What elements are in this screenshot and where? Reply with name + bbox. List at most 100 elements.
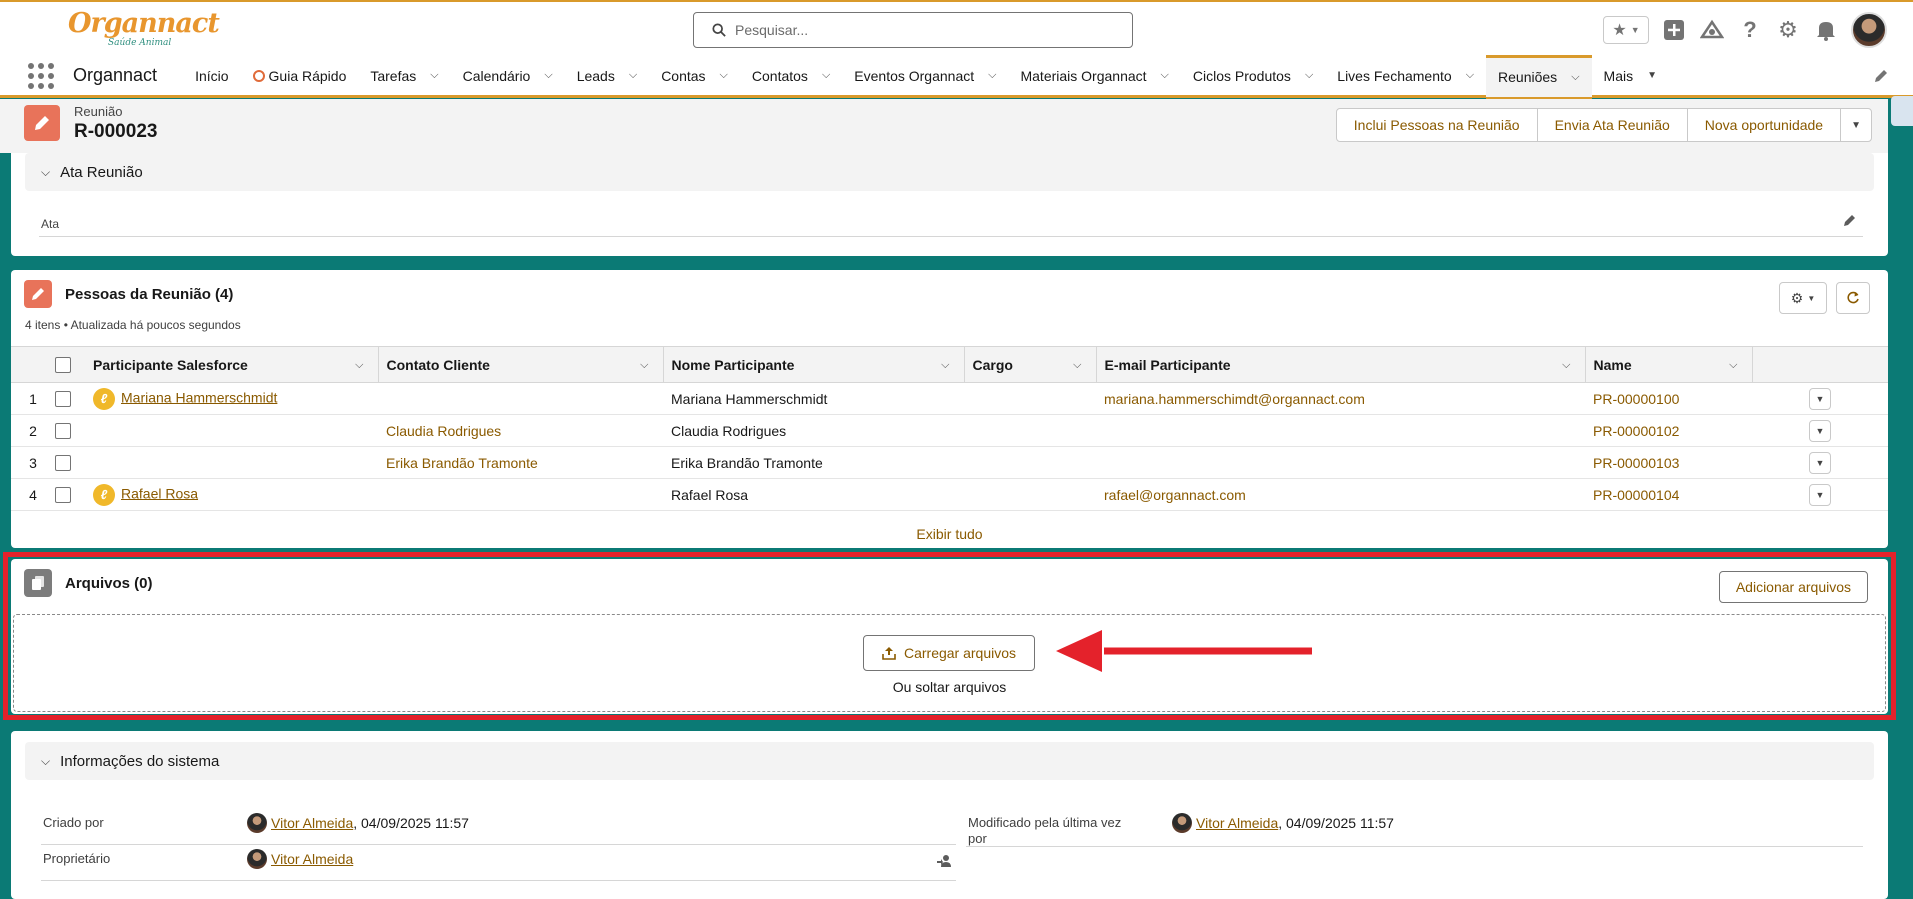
system-section-header[interactable]: ⌵ Informações do sistema — [25, 742, 1874, 780]
nav-item-contatos[interactable]: Contatos ⌵ — [740, 55, 842, 97]
ata-section-header[interactable]: ⌵ Ata Reunião — [25, 153, 1874, 191]
nav-item-materiais[interactable]: Materiais Organnact ⌵ — [1008, 55, 1180, 97]
record-link[interactable]: PR-00000102 — [1593, 423, 1679, 439]
utility-side-tab[interactable] — [1891, 96, 1913, 126]
chevron-down-icon[interactable]: ⌵ — [1161, 69, 1169, 82]
chevron-down-icon[interactable]: ⌵ — [941, 359, 949, 372]
record-actions: Inclui Pessoas na Reunião Envia Ata Reun… — [1335, 108, 1872, 142]
view-all-link[interactable]: Exibir tudo — [11, 526, 1888, 542]
row-checkbox[interactable] — [55, 455, 71, 472]
row-actions-button[interactable]: ▼ — [1809, 419, 1831, 442]
row-actions-button[interactable]: ▼ — [1809, 387, 1831, 410]
star-icon: ★ — [1612, 22, 1627, 39]
cell-name: PR-00000104 — [1585, 478, 1752, 511]
refresh-icon — [1847, 291, 1859, 304]
col-email-participante[interactable]: E-mail Participante ⌵ — [1095, 346, 1585, 383]
pessoas-reuniao-card: Pessoas da Reunião (4) 4 itens • Atualiz… — [11, 270, 1888, 548]
cell-contato — [378, 478, 663, 511]
nav-item-contas[interactable]: Contas ⌵ — [649, 55, 740, 97]
col-participante-salesforce[interactable]: Participante Salesforce ⌵ — [85, 346, 378, 383]
chevron-down-icon[interactable]: ⌵ — [640, 359, 648, 372]
cell-email — [1096, 446, 1585, 479]
cell-cargo — [964, 382, 1096, 415]
edit-pencil-icon[interactable] — [1843, 213, 1857, 230]
nav-item-eventos[interactable]: Eventos Organnact ⌵ — [842, 55, 1008, 97]
favorites-button[interactable]: ★ ▼ — [1603, 16, 1649, 44]
help-button[interactable]: ? — [1737, 17, 1763, 43]
contato-link[interactable]: Erika Brandão Tramonte — [386, 455, 538, 471]
participante-link[interactable]: Mariana Hammerschmidt — [121, 389, 277, 405]
chevron-down-icon[interactable]: ⌵ — [822, 69, 830, 82]
record-link[interactable]: PR-00000100 — [1593, 391, 1679, 407]
list-settings-button[interactable]: ⚙ ▼ — [1779, 282, 1827, 314]
chevron-down-icon[interactable]: ⌵ — [988, 69, 996, 82]
chevron-down-icon[interactable]: ⌵ — [430, 69, 438, 82]
chevron-down-icon[interactable]: ⌵ — [1729, 359, 1737, 372]
gear-icon: ⚙ — [1790, 289, 1804, 306]
cell-nome: Claudia Rodrigues — [663, 414, 964, 447]
app-launcher-button[interactable] — [26, 61, 56, 91]
nav-item-lives[interactable]: Lives Fechamento ⌵ — [1325, 55, 1486, 97]
created-by-field: Criado por Vitor Almeida , 04/09/2025 11… — [41, 811, 956, 845]
envia-ata-button[interactable]: Envia Ata Reunião — [1536, 108, 1688, 142]
chevron-down-icon[interactable]: ⌵ — [720, 69, 728, 82]
row-checkbox[interactable] — [55, 391, 71, 408]
change-owner-icon[interactable] — [936, 853, 952, 872]
participante-link[interactable]: Rafael Rosa — [121, 485, 198, 501]
nova-oportunidade-button[interactable]: Nova oportunidade — [1686, 108, 1842, 142]
record-link[interactable]: PR-00000104 — [1593, 487, 1679, 503]
more-actions-button[interactable]: ▼ — [1840, 108, 1872, 142]
global-actions-button[interactable] — [1661, 17, 1687, 43]
row-checkbox[interactable] — [55, 423, 71, 440]
setup-button[interactable]: ⚙ — [1775, 17, 1801, 43]
contato-link[interactable]: Claudia Rodrigues — [386, 423, 501, 439]
email-link[interactable]: mariana.hammerschimdt@organnact.com — [1104, 391, 1365, 407]
column-label: E-mail Participante — [1104, 356, 1231, 373]
chevron-down-icon[interactable]: ⌵ — [544, 69, 552, 82]
card-title[interactable]: Pessoas da Reunião (4) — [65, 286, 233, 303]
chevron-down-icon[interactable]: ⌵ — [1073, 359, 1081, 372]
col-cargo[interactable]: Cargo ⌵ — [963, 346, 1096, 383]
row-actions-button[interactable]: ▼ — [1809, 483, 1831, 506]
col-contato-cliente[interactable]: Contato Cliente ⌵ — [377, 346, 663, 383]
select-all-checkbox[interactable] — [55, 357, 71, 374]
nav-item-guia-rapido[interactable]: Guia Rápido — [241, 55, 359, 97]
organnact-logo[interactable]: Organnact Saúde Animal — [68, 8, 220, 50]
chevron-down-icon[interactable]: ⌵ — [1562, 359, 1570, 372]
col-name[interactable]: Name ⌵ — [1584, 346, 1752, 383]
nav-item-ciclos[interactable]: Ciclos Produtos ⌵ — [1181, 55, 1325, 97]
cell-participante: ℓ Rafael Rosa — [85, 478, 378, 511]
nav-item-mais[interactable]: Mais ▼ — [1592, 55, 1669, 97]
user-link[interactable]: Vitor Almeida — [271, 815, 353, 831]
trailhead-button[interactable] — [1699, 17, 1725, 43]
nav-item-label: Eventos Organnact — [854, 67, 975, 84]
chevron-down-icon[interactable]: ⌵ — [1305, 69, 1313, 82]
nav-item-tarefas[interactable]: Tarefas ⌵ — [358, 55, 450, 97]
nav-item-reunioes[interactable]: Reuniões ⌵ — [1486, 54, 1592, 100]
nav-item-leads[interactable]: Leads ⌵ — [565, 55, 650, 97]
user-link[interactable]: Vitor Almeida — [271, 851, 353, 867]
inclui-pessoas-button[interactable]: Inclui Pessoas na Reunião — [1335, 108, 1538, 142]
table-row: 4 ℓ Rafael Rosa Rafael Rosa rafael@organn… — [11, 478, 1888, 511]
refresh-button[interactable] — [1836, 282, 1870, 314]
row-number: 2 — [11, 414, 55, 447]
notifications-button[interactable] — [1813, 17, 1839, 43]
row-actions-button[interactable]: ▼ — [1809, 451, 1831, 474]
col-nome-participante[interactable]: Nome Participante ⌵ — [662, 346, 964, 383]
field-value: Vitor Almeida , 04/09/2025 11:57 — [247, 813, 469, 833]
chevron-down-icon[interactable]: ⌵ — [1466, 69, 1474, 82]
chevron-down-icon[interactable]: ⌵ — [629, 69, 637, 82]
nav-item-inicio[interactable]: Início — [183, 55, 240, 97]
email-link[interactable]: rafael@organnact.com — [1104, 487, 1246, 503]
user-link[interactable]: Vitor Almeida — [1196, 815, 1278, 831]
record-link[interactable]: PR-00000103 — [1593, 455, 1679, 471]
nav-item-calendario[interactable]: Calendário ⌵ — [451, 55, 565, 97]
edit-nav-button[interactable] — [1873, 68, 1889, 87]
chevron-down-icon[interactable]: ⌵ — [1571, 71, 1579, 84]
user-avatar[interactable] — [1851, 12, 1887, 48]
cell-actions: ▼ — [1752, 446, 1888, 479]
chevron-down-icon[interactable]: ⌵ — [355, 359, 363, 372]
global-search-input[interactable]: Pesquisar... — [693, 12, 1133, 48]
row-checkbox[interactable] — [55, 487, 71, 504]
cell-actions: ▼ — [1752, 478, 1888, 511]
